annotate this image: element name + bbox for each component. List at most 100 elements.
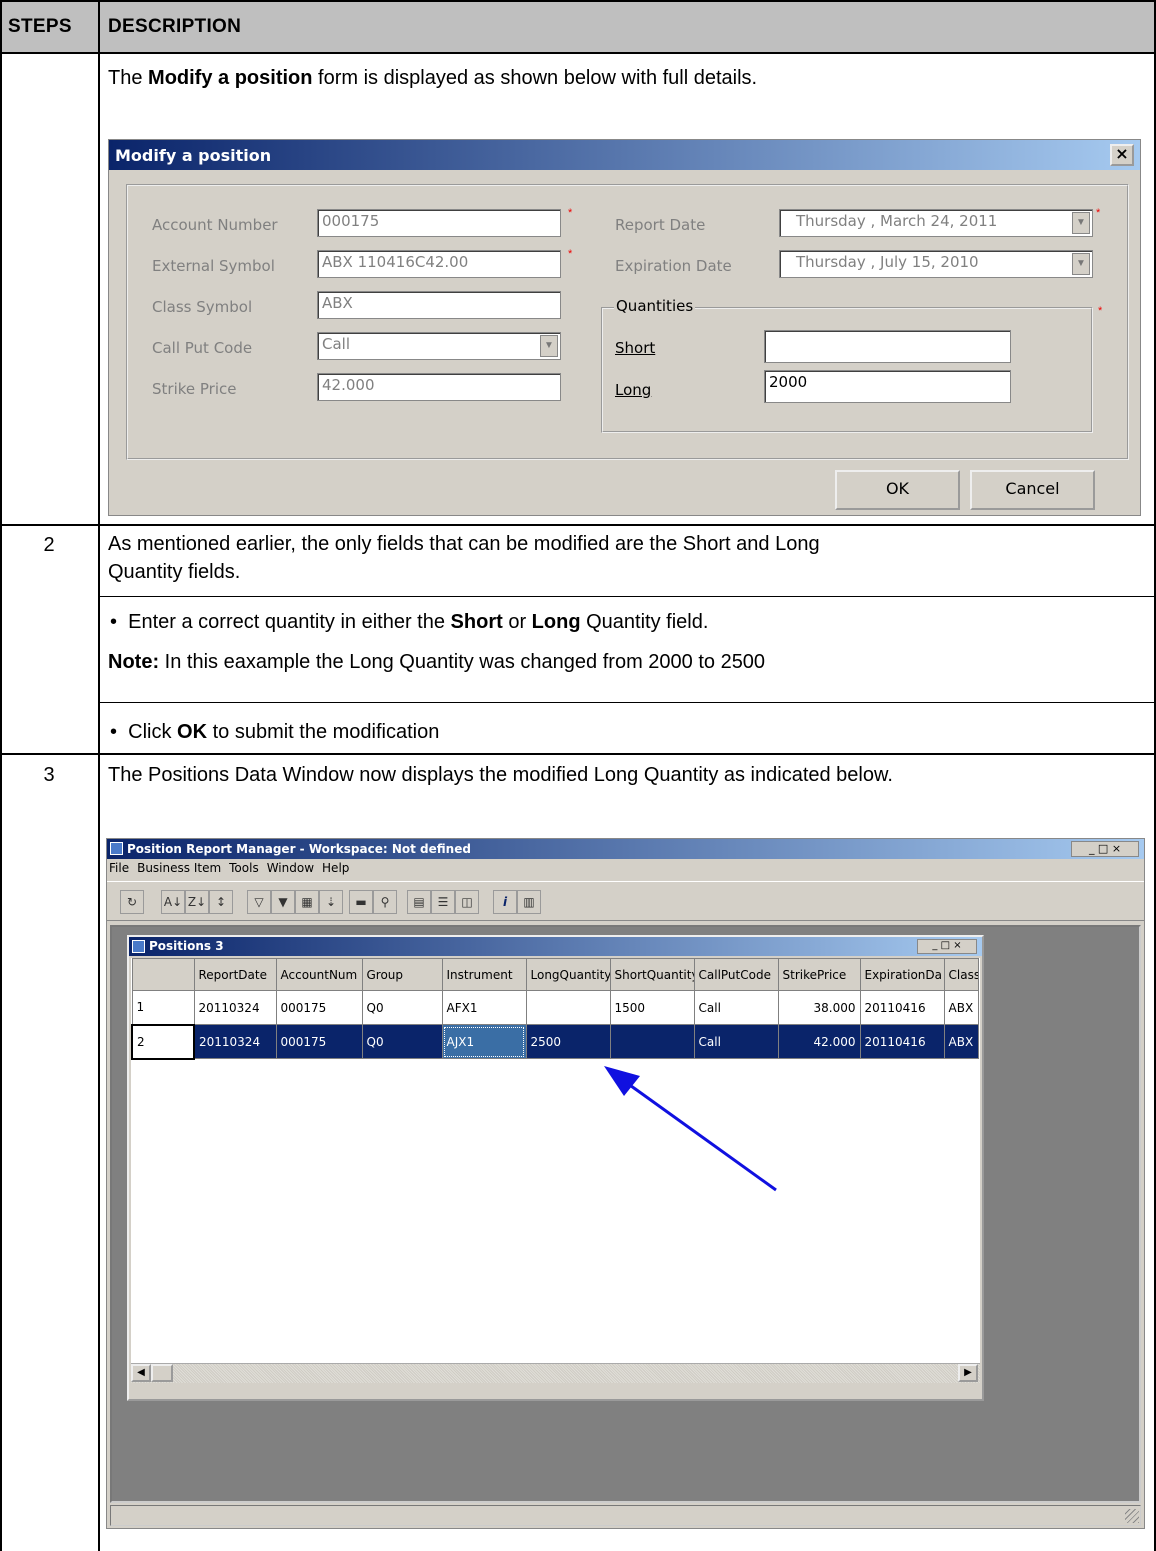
table-cell: ABX xyxy=(943,1024,979,1059)
status-bar xyxy=(110,1505,1141,1526)
step3-text: The Positions Data Window now displays t… xyxy=(108,764,893,786)
strike-price-label: Strike Price xyxy=(152,380,237,398)
required-mark: * xyxy=(568,248,573,260)
dialog-title: Modify a position xyxy=(115,146,272,165)
table-cell: 000175 xyxy=(275,990,363,1025)
window-controls[interactable]: _ □ × xyxy=(1071,841,1139,857)
menu-business-item[interactable]: Business Item xyxy=(137,861,221,875)
tile-horizontal-icon[interactable]: ☰ xyxy=(431,890,455,914)
cancel-button[interactable]: Cancel xyxy=(970,470,1095,510)
chevron-down-icon[interactable]: ▼ xyxy=(540,335,558,357)
table-cell: AFX1 xyxy=(441,990,527,1025)
call-put-code-select[interactable]: Call xyxy=(317,332,561,360)
column-header[interactable]: StrikePrice xyxy=(777,958,861,991)
row-divider xyxy=(0,524,1156,526)
table-cell: 20110416 xyxy=(859,990,945,1025)
refresh-icon[interactable]: ↻ xyxy=(120,890,144,914)
sort-custom-icon[interactable]: ↕ xyxy=(209,890,233,914)
scrollbar-thumb[interactable] xyxy=(151,1364,173,1382)
table-cell: Call xyxy=(693,1024,779,1059)
short-quantity-field[interactable] xyxy=(764,330,1011,363)
horizontal-scrollbar[interactable]: ◀ ▶ xyxy=(131,1363,980,1383)
column-header[interactable]: Instrument xyxy=(441,958,527,991)
sort-descending-icon[interactable]: Z↓ xyxy=(185,890,209,914)
table-header: STEPS DESCRIPTION xyxy=(0,0,1156,54)
cascade-icon[interactable]: ▤ xyxy=(407,890,431,914)
ok-button[interactable]: OK xyxy=(835,470,960,510)
quantities-label: Quantities xyxy=(614,297,696,315)
columns-icon[interactable]: ▥ xyxy=(517,890,541,914)
required-mark: * xyxy=(568,207,573,219)
dialog-titlebar: Modify a position xyxy=(109,140,1140,170)
table-cell: 42.000 xyxy=(777,1024,861,1059)
table-cell: 1 xyxy=(131,990,195,1025)
child-window-controls[interactable]: _ □ × xyxy=(917,939,977,954)
chevron-down-icon[interactable]: ▼ xyxy=(1072,253,1090,275)
column-header[interactable]: Class xyxy=(943,958,979,991)
column-header[interactable]: AccountNum xyxy=(275,958,363,991)
print-icon[interactable]: ▬ xyxy=(349,890,373,914)
row-divider xyxy=(0,753,1156,755)
sort-ascending-icon[interactable]: A↓ xyxy=(161,890,185,914)
expiration-date-picker[interactable]: Thursday , July 15, 2010 xyxy=(779,250,1093,278)
class-symbol-field[interactable]: ABX xyxy=(317,291,561,319)
class-symbol-label: Class Symbol xyxy=(152,298,253,316)
app-titlebar: Position Report Manager - Workspace: Not… xyxy=(107,839,1144,859)
table-cell-focused[interactable]: AJX1 xyxy=(441,1024,527,1059)
tile-vertical-icon[interactable]: ◫ xyxy=(455,890,479,914)
report-date-picker[interactable]: Thursday , March 24, 2011 xyxy=(779,209,1093,237)
annotation-arrow-icon xyxy=(604,1066,777,1192)
step2-note: Note: In this eaxample the Long Quantity… xyxy=(108,651,766,673)
positions-table: ReportDate AccountNum Group Instrument L… xyxy=(131,958,979,1060)
menu-help[interactable]: Help xyxy=(322,861,349,875)
find-icon[interactable]: ⚲ xyxy=(373,890,397,914)
app-icon xyxy=(110,842,123,855)
call-put-code-label: Call Put Code xyxy=(152,339,253,357)
column-header[interactable]: ReportDate xyxy=(193,958,277,991)
account-number-field[interactable]: 000175 xyxy=(317,209,561,237)
child-titlebar: Positions 3 xyxy=(129,937,982,956)
long-quantity-field[interactable]: 2000 xyxy=(764,370,1011,403)
column-header[interactable] xyxy=(131,958,195,991)
clear-filter-icon[interactable]: ▼ xyxy=(271,890,295,914)
strike-price-field[interactable]: 42.000 xyxy=(317,373,561,401)
child-title: Positions 3 xyxy=(149,939,224,953)
filter-icon[interactable]: ▽ xyxy=(247,890,271,914)
steps-header: STEPS xyxy=(8,16,72,37)
expiration-date-label: Expiration Date xyxy=(615,257,732,275)
column-header[interactable]: ShortQuantity xyxy=(609,958,695,991)
modify-position-dialog: Modify a position × Account Number 00017… xyxy=(108,139,1141,516)
child-app-icon xyxy=(132,940,145,953)
external-symbol-field[interactable]: ABX 110416C42.00 xyxy=(317,250,561,278)
column-header[interactable]: LongQuantity xyxy=(525,958,611,991)
table-cell: 20110416 xyxy=(859,1024,945,1059)
account-number-label: Account Number xyxy=(152,216,278,234)
step2-bullet1: • Enter a correct quantity in either the… xyxy=(110,611,709,633)
scroll-left-icon[interactable]: ◀ xyxy=(131,1364,151,1382)
table-row-selected[interactable]: 2 20110324 000175 Q0 AJX1 2500 Call 42.0… xyxy=(131,1023,979,1060)
dialog-close-button[interactable]: × xyxy=(1110,144,1134,166)
step3-number: 3 xyxy=(43,764,55,786)
column-header[interactable]: ExpirationDa xyxy=(859,958,945,991)
table-cell: Q0 xyxy=(361,1024,443,1059)
column-header[interactable]: CallPutCode xyxy=(693,958,779,991)
calculator-icon[interactable]: ▦ xyxy=(295,890,319,914)
info-icon[interactable]: i xyxy=(493,890,517,914)
menu-bar: File Business Item Tools Window Help xyxy=(107,861,349,879)
table-cell xyxy=(609,1024,695,1059)
menu-file[interactable]: File xyxy=(109,861,129,875)
table-cell: 000175 xyxy=(275,1024,363,1059)
required-mark: * xyxy=(1096,207,1101,219)
group-icon[interactable]: ⇣ xyxy=(319,890,343,914)
resize-grip-icon[interactable] xyxy=(1125,1509,1139,1523)
scroll-right-icon[interactable]: ▶ xyxy=(958,1364,978,1382)
short-label: Short xyxy=(615,339,656,357)
step1-text: The Modify a position form is displayed … xyxy=(108,67,758,89)
table-row[interactable]: 1 20110324 000175 Q0 AFX1 1500 Call 38.0… xyxy=(131,990,979,1025)
column-header[interactable]: Group xyxy=(361,958,443,991)
table-cell: 20110324 xyxy=(193,1024,277,1059)
chevron-down-icon[interactable]: ▼ xyxy=(1072,212,1090,234)
menu-window[interactable]: Window xyxy=(267,861,314,875)
report-date-label: Report Date xyxy=(615,216,706,234)
menu-tools[interactable]: Tools xyxy=(229,861,259,875)
